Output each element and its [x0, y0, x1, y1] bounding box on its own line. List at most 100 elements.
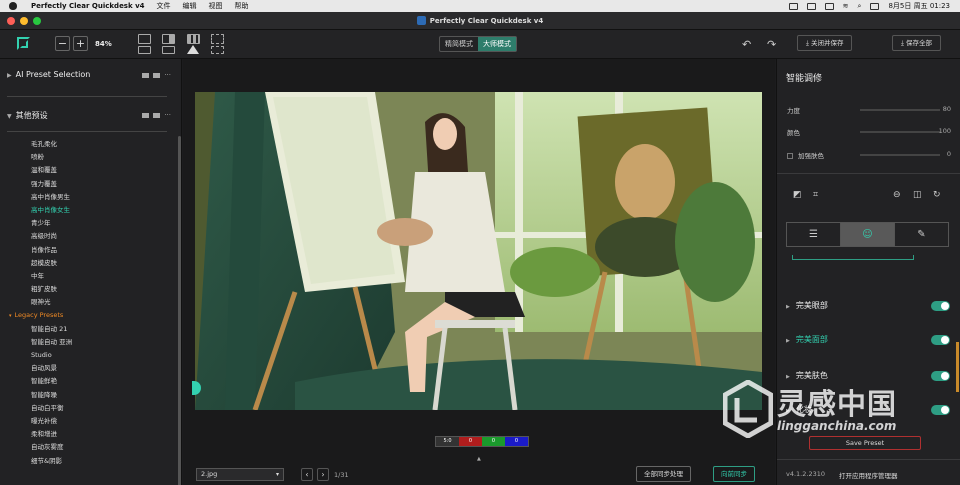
preset-item[interactable]: 强力覆盖	[31, 178, 72, 191]
preset-item[interactable]: 温和覆盖	[31, 164, 72, 177]
flip-horizontal-icon[interactable]: ◫	[913, 190, 922, 200]
enhance-skin-slider[interactable]: 加强肤色 0	[787, 150, 951, 160]
preset-item[interactable]: 智能自动 亚洲	[31, 336, 72, 349]
file-select[interactable]: 2.jpg	[196, 468, 284, 481]
preset-item[interactable]: 曝光补偿	[31, 415, 72, 428]
tab-adjustments[interactable]: ☰	[787, 223, 841, 246]
preset-list: 毛孔柔化 喷粉 温和覆盖 强力覆盖 高中肖像男生 高中肖像女生 青少年 高级时尚 肖像作品 超模皮…	[15, 138, 73, 468]
slider-track[interactable]	[860, 131, 940, 133]
clock[interactable]: 8月5日 周五 01:23	[888, 1, 950, 11]
section-eyes[interactable]: ▶ 完美眼部	[786, 300, 950, 312]
close-and-save-button[interactable]: ⤓ 关闭并保存	[797, 35, 853, 51]
crop-view-icon[interactable]	[211, 34, 224, 44]
flip-vertical-icon[interactable]: ⊖	[893, 190, 901, 200]
preset-scrollbar[interactable]	[178, 136, 181, 485]
slider-track[interactable]	[860, 109, 940, 111]
single-view-icon[interactable]	[138, 34, 151, 44]
control-center-icon[interactable]	[870, 2, 880, 10]
grid-view-icon[interactable]	[187, 34, 200, 44]
expand-icon: ▶	[786, 338, 790, 344]
split-view-icon[interactable]	[162, 34, 175, 44]
levels-icon[interactable]: ◩	[793, 190, 802, 200]
save-all-button[interactable]: ⤓ 保存全部	[892, 35, 941, 51]
histogram-icon[interactable]	[187, 45, 199, 54]
minimize-window-button[interactable]	[20, 17, 28, 25]
preset-item[interactable]: 粗犷皮肤	[31, 283, 72, 296]
menu-view[interactable]: 视图	[209, 1, 223, 11]
other-presets-header[interactable]: ▼ 其他预设	[7, 110, 48, 121]
redo-icon[interactable]: ↷	[767, 38, 776, 51]
eyes-toggle[interactable]	[931, 301, 950, 311]
preset-item[interactable]: Studio	[31, 349, 72, 362]
rotate-icon[interactable]: ↻	[933, 190, 941, 200]
simple-mode-tab[interactable]: 精简模式	[440, 37, 478, 51]
undo-icon[interactable]: ↶	[742, 38, 751, 51]
preset-item[interactable]: 高中肖像男生	[31, 191, 72, 204]
preset-item[interactable]: 喷粉	[31, 151, 72, 164]
fit-view-icon[interactable]	[138, 46, 151, 54]
plugin-manager-link[interactable]: 打开应用程序管理器	[839, 470, 898, 480]
compare-view-icon[interactable]	[162, 46, 175, 54]
preset-item[interactable]: 肖像作品	[31, 244, 72, 257]
preset-item[interactable]: 柔和增进	[31, 428, 72, 441]
next-image-button[interactable]: ›	[317, 468, 329, 481]
master-mode-tab[interactable]: 大师模式	[478, 37, 516, 51]
toolbar: − + 84% 精简模式 大师模式 ↶ ↷ ⤓ 关闭并保存 ⤓ 保存全部	[0, 30, 960, 59]
crop-icon[interactable]: ⌗	[813, 190, 818, 200]
sync-all-button[interactable]: 全部同步处理	[636, 466, 691, 482]
search-icon[interactable]: ⌕	[858, 2, 862, 11]
preset-item[interactable]: 自动灰雾度	[31, 441, 72, 454]
window-controls	[7, 17, 41, 25]
enhance-skin-checkbox[interactable]	[787, 153, 793, 159]
strength-slider[interactable]: 力度 80	[787, 105, 951, 115]
tab-brush[interactable]: ✎	[895, 223, 948, 246]
preset-item[interactable]: 自动风景	[31, 362, 72, 375]
ai-preset-header[interactable]: ▶ AI Preset Selection	[7, 70, 90, 79]
menu-help[interactable]: 帮助	[235, 1, 249, 11]
slider-track[interactable]	[860, 154, 940, 156]
face-toggle[interactable]	[931, 335, 950, 345]
menu-edit[interactable]: 编辑	[183, 1, 197, 11]
preset-item[interactable]: 高中肖像女生	[31, 204, 72, 217]
menu-file[interactable]: 文件	[157, 1, 171, 11]
preset-item[interactable]: 中年	[31, 270, 72, 283]
white-clip-value: 5:0	[436, 437, 459, 446]
more-icon[interactable]: ···	[164, 112, 171, 119]
input-method-icon[interactable]	[824, 2, 834, 10]
screen-icon[interactable]	[806, 2, 816, 10]
preset-item[interactable]: 智能鲜艳	[31, 375, 72, 388]
more-icon[interactable]: ···	[164, 72, 171, 79]
preset-item[interactable]: 青少年	[31, 217, 72, 230]
preset-item[interactable]: 智能自动 21	[31, 323, 72, 336]
tab-face[interactable]: ☺	[841, 223, 895, 246]
preset-item[interactable]: 超模皮肤	[31, 257, 72, 270]
preset-item[interactable]: 智能降噪	[31, 389, 72, 402]
section-face[interactable]: ▶ 完美面部	[786, 334, 950, 346]
list-icon[interactable]	[153, 113, 161, 118]
color-slider[interactable]: 颜色 100	[787, 127, 951, 137]
zoom-in-button[interactable]: +	[73, 36, 88, 51]
preset-item[interactable]: 自动白平衡	[31, 402, 72, 415]
grid-icon[interactable]	[142, 113, 150, 118]
preset-item[interactable]: 眼神光	[31, 296, 72, 309]
apple-icon[interactable]	[9, 2, 17, 10]
sync-forward-button[interactable]: 向前同步	[713, 466, 755, 482]
photo-preview[interactable]	[195, 92, 762, 410]
grid-icon[interactable]	[142, 73, 150, 78]
region-view-icon[interactable]	[211, 46, 224, 54]
wifi-icon[interactable]: ≋	[843, 2, 849, 10]
zoom-window-button[interactable]	[33, 17, 41, 25]
preset-group-header[interactable]: Legacy Presets	[9, 309, 72, 322]
prev-image-button[interactable]: ‹	[301, 468, 313, 481]
preset-item[interactable]: 高级时尚	[31, 230, 72, 243]
menu-app-name[interactable]: Perfectly Clear Quickdesk v4	[31, 2, 145, 10]
list-icon[interactable]	[153, 73, 161, 78]
zoom-out-button[interactable]: −	[55, 36, 70, 51]
preset-item[interactable]: 细节&阴影	[31, 455, 72, 468]
display-icon[interactable]	[788, 2, 798, 10]
preset-item[interactable]: 毛孔柔化	[31, 138, 72, 151]
zoom-level: 84%	[95, 40, 112, 48]
close-window-button[interactable]	[7, 17, 15, 25]
histogram-toggle-icon[interactable]: ▲	[477, 456, 481, 462]
page-indicator: 1/31	[334, 471, 349, 479]
